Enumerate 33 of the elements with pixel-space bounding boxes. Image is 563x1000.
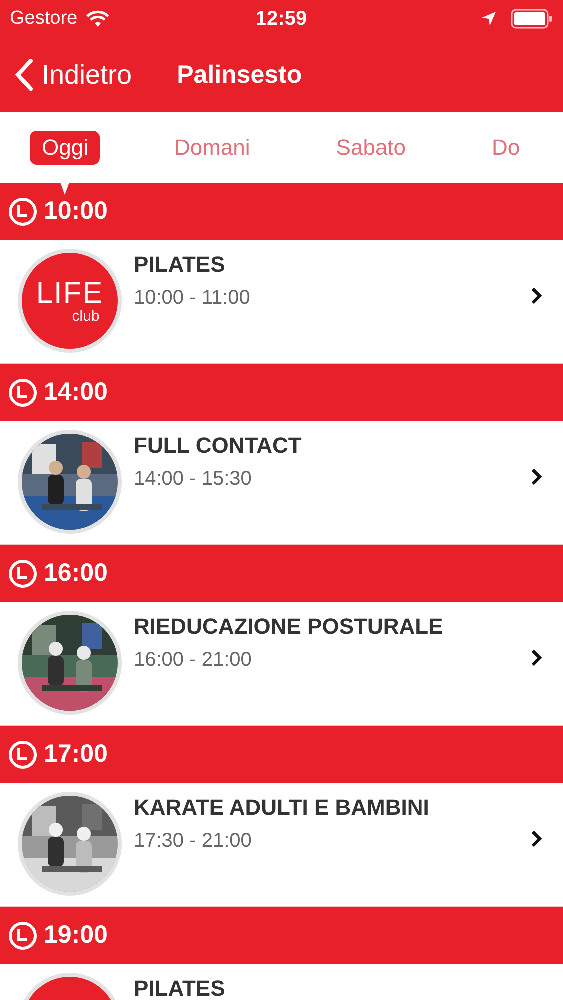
chevron-icon xyxy=(531,649,543,667)
chevron-icon xyxy=(531,468,543,486)
clock-time: 12:59 xyxy=(254,8,308,30)
section-time: 16:00 xyxy=(44,559,108,588)
back-button[interactable]: Indietro xyxy=(14,59,132,91)
chevron-icon xyxy=(531,830,543,848)
logo-word: LIFE xyxy=(36,278,104,308)
section-time: 19:00 xyxy=(44,921,108,950)
class-hours: 14:00 - 15:30 xyxy=(134,468,253,491)
clock-icon xyxy=(8,740,38,770)
class-hours: 17:30 - 21:00 xyxy=(134,830,253,853)
section-time: 14:00 xyxy=(44,378,108,407)
chevron-left-icon xyxy=(14,59,34,91)
clock-icon xyxy=(8,558,38,588)
class-title: PILATES xyxy=(134,252,226,278)
class-title: PILATES xyxy=(134,976,226,1000)
clock-icon xyxy=(8,196,38,226)
carrier-name: Gestore xyxy=(10,8,78,30)
battery-icon xyxy=(511,9,553,29)
class-hours: 10:00 - 11:00 xyxy=(134,287,252,310)
class-hours: 16:00 - 21:00 xyxy=(134,649,253,672)
class-title: KARATE ADULTI E BAMBINI xyxy=(134,795,430,821)
class-title: FULL CONTACT xyxy=(134,433,303,459)
section-time: 17:00 xyxy=(44,740,108,769)
logo-word: club xyxy=(72,308,100,324)
clock-icon xyxy=(8,920,38,950)
screen-title: Palinsesto xyxy=(177,60,302,90)
clock-icon xyxy=(8,378,38,408)
wifi-icon xyxy=(86,10,110,28)
section-time: 10:00 xyxy=(44,197,108,226)
class-title: RIEDUCAZIONE POSTURALE xyxy=(134,614,444,640)
location-arrow-icon xyxy=(481,11,497,27)
chevron-icon xyxy=(531,287,543,305)
